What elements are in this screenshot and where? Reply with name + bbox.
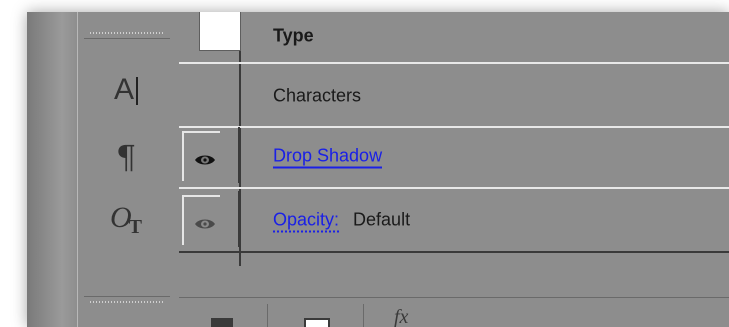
opacity-link[interactable]: Opacity: [273, 209, 340, 233]
add-fill-icon[interactable] [211, 318, 233, 327]
row-opacity[interactable]: Opacity: Default [179, 189, 729, 253]
toolbar-grip-top[interactable] [84, 28, 170, 39]
row-characters[interactable]: Characters [179, 64, 729, 128]
paragraph-panel-button[interactable]: ¶ [96, 134, 156, 180]
opentype-icon: OT [109, 201, 142, 238]
row-drop-shadow[interactable]: Drop Shadow [179, 125, 729, 189]
screenshot-frame: A ¶ OT Type Characters Drop Shadow Opaci… [27, 12, 729, 327]
drop-shadow-link[interactable]: Drop Shadow [273, 145, 383, 169]
panel-toolbar: A ¶ OT [77, 12, 180, 327]
opacity-value: Default [353, 209, 411, 230]
panel-bottom-bar: fx [179, 297, 729, 327]
pilcrow-icon: ¶ [115, 138, 137, 176]
separator [267, 304, 268, 327]
characters-label: Characters [273, 85, 362, 106]
fx-icon[interactable]: fx [394, 306, 408, 327]
drop-shadow-label: Drop Shadow [273, 145, 383, 169]
opentype-panel-button[interactable]: OT [96, 197, 156, 243]
type-swatch[interactable] [199, 12, 241, 51]
visibility-toggle-opacity[interactable] [182, 195, 220, 245]
left-edge [27, 12, 77, 327]
visibility-toggle-drop-shadow[interactable] [182, 131, 220, 181]
type-label: Type [273, 25, 314, 46]
eye-icon [195, 155, 215, 165]
visibility-column [182, 191, 240, 247]
character-panel-button[interactable]: A [96, 67, 156, 113]
appearance-panel: Type Characters Drop Shadow Opacity: Def… [179, 12, 729, 327]
character-icon: A [114, 73, 138, 107]
eye-icon [195, 219, 215, 229]
toolbar-grip-bottom[interactable] [84, 296, 170, 307]
visibility-column [182, 127, 240, 183]
opacity-label: Opacity: Default [273, 209, 411, 233]
separator [363, 304, 364, 327]
row-type[interactable]: Type [179, 12, 729, 64]
add-stroke-icon[interactable] [304, 318, 330, 327]
